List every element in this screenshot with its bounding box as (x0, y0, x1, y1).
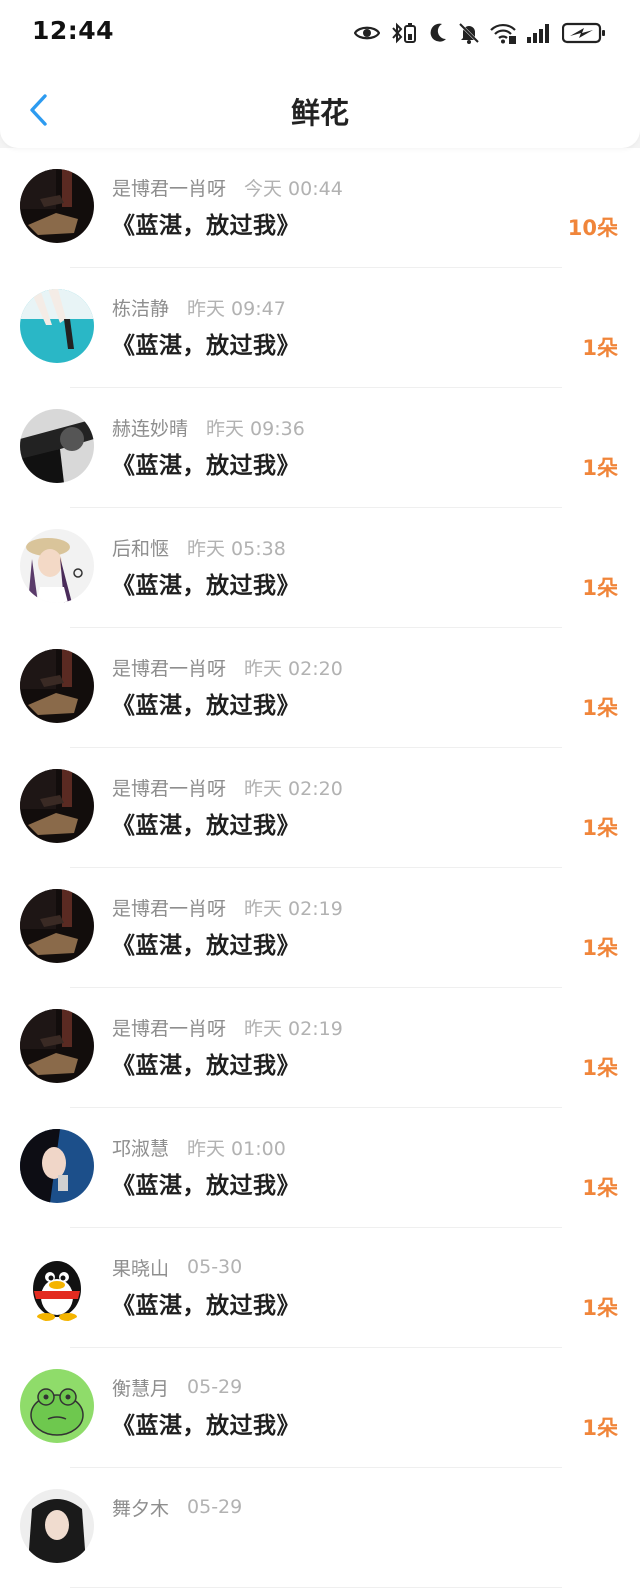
avatar[interactable] (20, 1249, 94, 1323)
flower-count: 1朵 (582, 336, 618, 360)
work-title: 《蓝湛，放过我》 (112, 1053, 300, 1079)
item-meta: 栋洁静 昨天 09:47 (112, 294, 286, 320)
list-item[interactable]: 果晓山 05-30 《蓝湛，放过我》 1朵 (0, 1228, 640, 1348)
page-title: 鲜花 (290, 96, 349, 130)
flower-count: 10朵 (567, 216, 618, 240)
flower-count: 1朵 (582, 1296, 618, 1320)
avatar[interactable] (20, 169, 94, 243)
list-item[interactable]: 是博君一肖呀 昨天 02:19 《蓝湛，放过我》 1朵 (0, 988, 640, 1108)
eye-icon (354, 26, 380, 40)
flower-count: 1朵 (582, 1416, 618, 1440)
list-item[interactable]: 赫连妙晴 昨天 09:36 《蓝湛，放过我》 1朵 (0, 388, 640, 508)
nav-bar: 鲜花 (0, 72, 640, 148)
list-item[interactable]: 是博君一肖呀 昨天 02:19 《蓝湛，放过我》 1朵 (0, 868, 640, 988)
item-meta: 舞夕木 05-29 (112, 1494, 242, 1520)
work-title: 《蓝湛，放过我》 (112, 933, 300, 959)
user-name[interactable]: 衡慧月 (112, 1374, 169, 1401)
work-title: 《蓝湛，放过我》 (112, 213, 300, 239)
item-meta: 是博君一肖呀 昨天 02:20 (112, 654, 343, 680)
user-name[interactable]: 邛淑慧 (112, 1134, 169, 1161)
status-time: 12:44 (32, 16, 115, 45)
timestamp: 昨天 02:20 (244, 657, 343, 680)
timestamp: 昨天 05:38 (187, 537, 286, 560)
flower-count: 1朵 (582, 936, 618, 960)
avatar[interactable] (20, 889, 94, 963)
avatar[interactable] (20, 1009, 94, 1083)
user-name[interactable]: 舞夕木 (112, 1494, 169, 1521)
timestamp: 昨天 01:00 (187, 1137, 286, 1160)
item-meta: 是博君一肖呀 今天 00:44 (112, 174, 343, 200)
flower-count: 1朵 (582, 816, 618, 840)
bluetooth-battery-icon (392, 22, 416, 44)
list-item[interactable]: 是博君一肖呀 昨天 02:20 《蓝湛，放过我》 1朵 (0, 628, 640, 748)
avatar[interactable] (20, 409, 94, 483)
flower-count: 1朵 (582, 696, 618, 720)
flower-count: 1朵 (582, 456, 618, 480)
bell-off-icon (458, 22, 480, 44)
work-title: 《蓝湛，放过我》 (112, 453, 300, 479)
item-meta: 是博君一肖呀 昨天 02:19 (112, 1014, 343, 1040)
signal-icon (527, 24, 549, 43)
list-item[interactable]: 邛淑慧 昨天 01:00 《蓝湛，放过我》 1朵 (0, 1108, 640, 1228)
timestamp: 昨天 09:36 (206, 417, 305, 440)
work-title: 《蓝湛，放过我》 (112, 693, 300, 719)
status-bar: 12:44 (0, 0, 640, 66)
user-name[interactable]: 栋洁静 (112, 294, 169, 321)
item-meta: 赫连妙晴 昨天 09:36 (112, 414, 305, 440)
avatar[interactable] (20, 529, 94, 603)
timestamp: 昨天 09:47 (187, 297, 286, 320)
avatar[interactable] (20, 769, 94, 843)
battery-charging-icon (562, 22, 605, 44)
flower-list: 是博君一肖呀 今天 00:44 《蓝湛，放过我》 10朵 栋洁静 昨天 09:47 《蓝湛，… (0, 148, 640, 1588)
work-title: 《蓝湛，放过我》 (112, 1293, 300, 1319)
item-meta: 后和惬 昨天 05:38 (112, 534, 286, 560)
wifi-icon (490, 23, 516, 44)
timestamp: 05-29 (187, 1376, 243, 1398)
item-meta: 果晓山 05-30 (112, 1254, 242, 1280)
timestamp: 昨天 02:19 (244, 1017, 343, 1040)
work-title: 《蓝湛，放过我》 (112, 1413, 300, 1439)
user-name[interactable]: 赫连妙晴 (112, 414, 188, 441)
user-name[interactable]: 是博君一肖呀 (112, 174, 226, 201)
status-icons (354, 18, 606, 48)
user-name[interactable]: 是博君一肖呀 (112, 774, 226, 801)
timestamp: 05-30 (187, 1256, 243, 1278)
timestamp: 今天 00:44 (244, 177, 343, 200)
avatar[interactable] (20, 289, 94, 363)
list-item[interactable]: 舞夕木 05-29 (0, 1468, 640, 1588)
flower-count: 1朵 (582, 576, 618, 600)
work-title: 《蓝湛，放过我》 (112, 573, 300, 599)
timestamp: 昨天 02:20 (244, 777, 343, 800)
item-meta: 是博君一肖呀 昨天 02:20 (112, 774, 343, 800)
work-title: 《蓝湛，放过我》 (112, 333, 300, 359)
list-item[interactable]: 后和惬 昨天 05:38 《蓝湛，放过我》 1朵 (0, 508, 640, 628)
header: 12:44 鲜花 (0, 0, 640, 148)
user-name[interactable]: 是博君一肖呀 (112, 654, 226, 681)
list-item[interactable]: 是博君一肖呀 今天 00:44 《蓝湛，放过我》 10朵 (0, 148, 640, 268)
list-item[interactable]: 是博君一肖呀 昨天 02:20 《蓝湛，放过我》 1朵 (0, 748, 640, 868)
work-title: 《蓝湛，放过我》 (112, 813, 300, 839)
avatar[interactable] (20, 1129, 94, 1203)
user-name[interactable]: 是博君一肖呀 (112, 894, 226, 921)
moon-icon (430, 23, 446, 42)
avatar[interactable] (20, 1489, 94, 1563)
item-meta: 衡慧月 05-29 (112, 1374, 242, 1400)
list-item[interactable]: 栋洁静 昨天 09:47 《蓝湛，放过我》 1朵 (0, 268, 640, 388)
avatar[interactable] (20, 1369, 94, 1443)
item-meta: 邛淑慧 昨天 01:00 (112, 1134, 286, 1160)
flower-count: 1朵 (582, 1176, 618, 1200)
work-title: 《蓝湛，放过我》 (112, 1173, 300, 1199)
item-meta: 是博君一肖呀 昨天 02:19 (112, 894, 343, 920)
flower-count: 1朵 (582, 1056, 618, 1080)
avatar[interactable] (20, 649, 94, 723)
user-name[interactable]: 是博君一肖呀 (112, 1014, 226, 1041)
timestamp: 昨天 02:19 (244, 897, 343, 920)
user-name[interactable]: 果晓山 (112, 1254, 169, 1281)
user-name[interactable]: 后和惬 (112, 534, 169, 561)
list-item[interactable]: 衡慧月 05-29 《蓝湛，放过我》 1朵 (0, 1348, 640, 1468)
